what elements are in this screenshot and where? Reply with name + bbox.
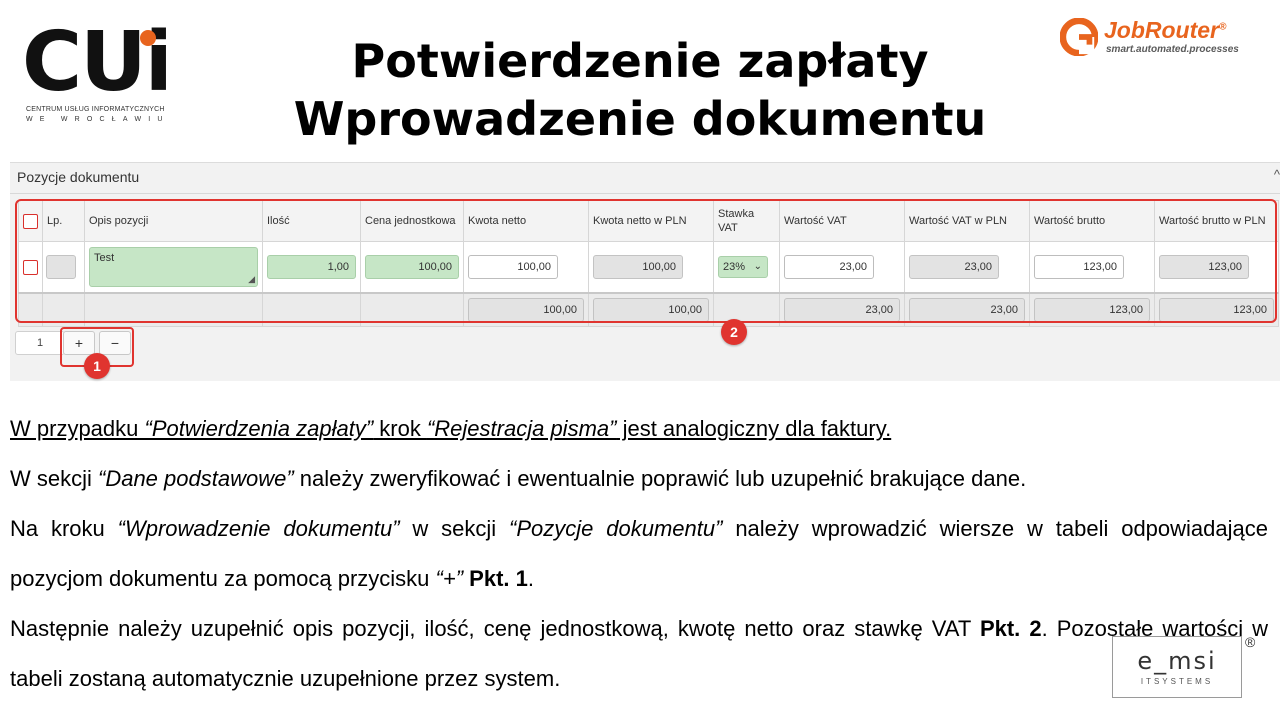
panel-title: Pozycje dokumentu	[17, 169, 140, 185]
emsi-logo-main: e_msi	[1137, 647, 1217, 675]
jobrouter-tagline: smart.automated.processes	[1106, 44, 1239, 55]
highlight-frame-table	[15, 199, 1277, 323]
jobrouter-name: JobRouter®	[1104, 17, 1227, 43]
badge-2: 2	[721, 319, 747, 345]
panel-separator	[10, 193, 1280, 194]
cui-logo-dot	[140, 30, 156, 46]
instructions: W przypadku “Potwierdzenia zapłaty” krok…	[10, 404, 1268, 704]
jobrouter-logo: JobRouter® smart.automated.processes	[1060, 17, 1260, 62]
badge-1: 1	[84, 353, 110, 379]
emsi-logo-sub: ITSYSTEMS	[1140, 677, 1214, 686]
page-title: Potwierdzenie zapłaty Wprowadzenie dokum…	[200, 32, 1080, 148]
title-line-2: Wprowadzenie dokumentu	[293, 92, 987, 146]
emsi-logo: e_msi ITSYSTEMS	[1112, 636, 1242, 698]
paragraph-2: W sekcji “Dane podstawowe” należy zweryf…	[10, 466, 1027, 491]
jobrouter-icon	[1060, 18, 1098, 56]
emsi-registered-mark: ®	[1245, 634, 1256, 650]
row-count-field[interactable]: 1	[15, 331, 65, 355]
paragraph-1: W przypadku “Potwierdzenia zapłaty” krok…	[10, 416, 892, 441]
collapse-icon[interactable]: ^	[1274, 167, 1280, 182]
paragraph-3: Na kroku “Wprowadzenie dokumentu” w sekc…	[10, 516, 1268, 591]
document-items-panel: Pozycje dokumentu ^ Lp. Opis pozycji Ilo…	[10, 162, 1280, 381]
paragraph-4: Następnie należy uzupełnić opis pozycji,…	[10, 616, 1269, 691]
cui-logo-line2: WE WROCŁAWIU	[26, 116, 170, 123]
title-line-1: Potwierdzenie zapłaty	[351, 34, 929, 88]
cui-logo: CUi CENTRUM USŁUG INFORMATYCZNYCH WE WRO…	[22, 22, 173, 128]
cui-logo-line1: CENTRUM USŁUG INFORMATYCZNYCH	[26, 106, 165, 113]
